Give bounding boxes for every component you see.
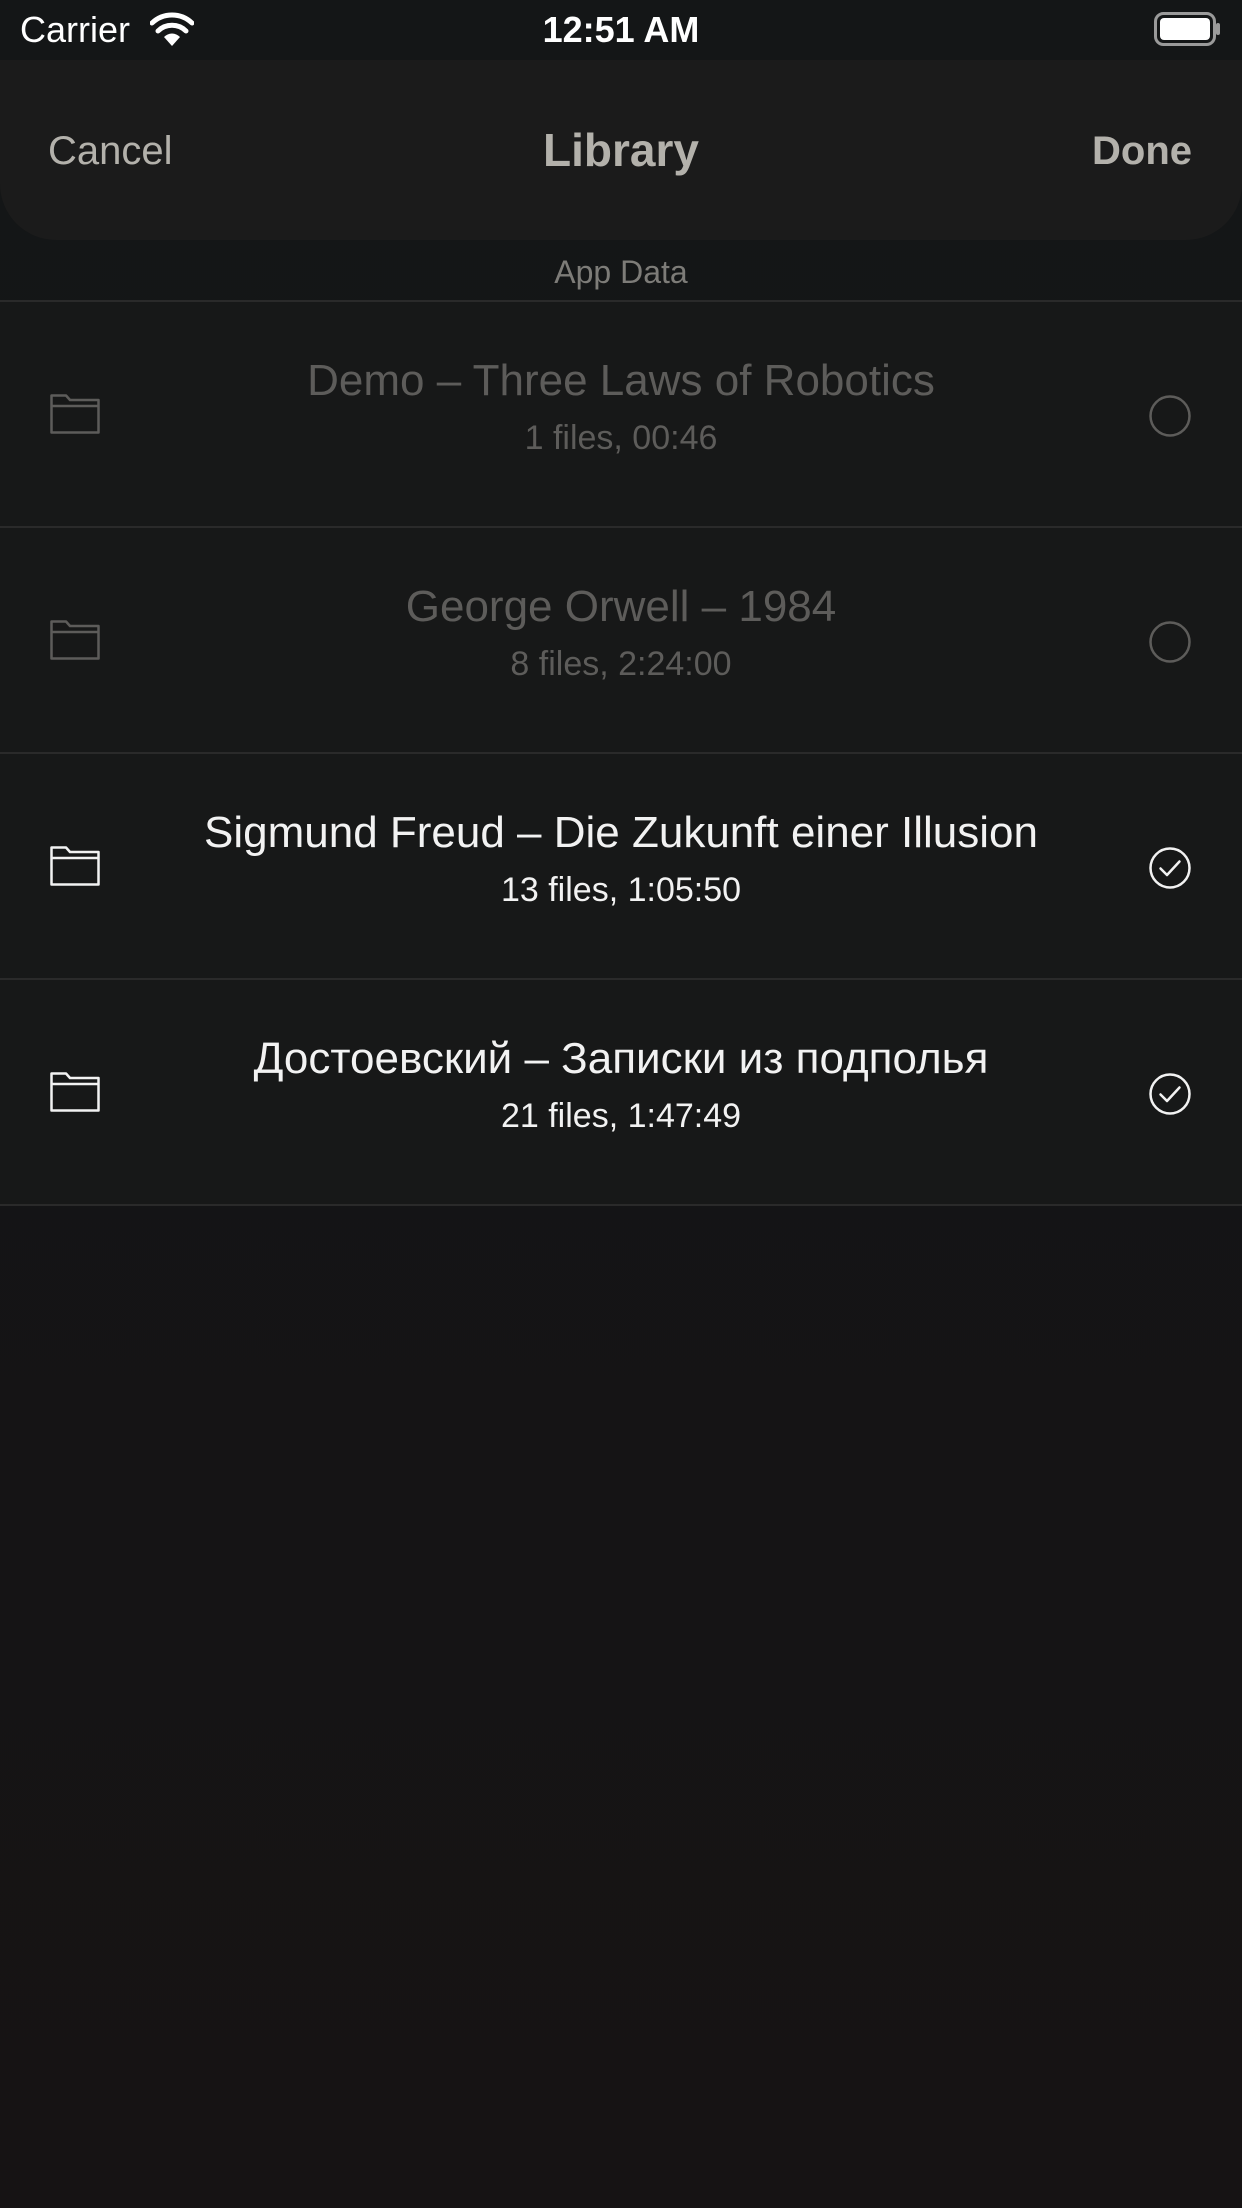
list-item-subtitle: 13 files, 1:05:50 bbox=[500, 871, 742, 909]
list-item-text: George Orwell – 1984 8 files, 2:24:00 bbox=[140, 580, 1102, 686]
list-item-title: Достоевский – Записки из подполья bbox=[253, 1034, 989, 1083]
done-button[interactable]: Done bbox=[1092, 126, 1192, 176]
list-item-text: Demo – Three Laws of Robotics 1 files, 0… bbox=[140, 354, 1102, 460]
list-item[interactable]: Достоевский – Записки из подполья 21 fil… bbox=[0, 980, 1242, 1206]
list-item[interactable]: Sigmund Freud – Die Zukunft einer Illusi… bbox=[0, 754, 1242, 980]
battery-icon bbox=[1154, 12, 1220, 46]
checkmark-circle-icon[interactable] bbox=[1148, 1072, 1192, 1116]
page-title: Library bbox=[543, 124, 699, 176]
list-item[interactable]: Demo – Three Laws of Robotics 1 files, 0… bbox=[0, 302, 1242, 528]
list-item-subtitle: 21 files, 1:47:49 bbox=[500, 1097, 742, 1135]
unchecked-circle-icon[interactable] bbox=[1148, 620, 1192, 664]
list-item-subtitle: 1 files, 00:46 bbox=[524, 419, 718, 457]
folder-icon bbox=[50, 620, 100, 660]
unchecked-circle-icon[interactable] bbox=[1148, 394, 1192, 438]
status-bar: Carrier 12:51 AM bbox=[0, 0, 1242, 60]
library-list: Demo – Three Laws of Robotics 1 files, 0… bbox=[0, 300, 1242, 1206]
list-item-text: Достоевский – Записки из подполья 21 fil… bbox=[140, 1032, 1102, 1138]
section-header: App Data bbox=[554, 254, 688, 290]
list-item-text: Sigmund Freud – Die Zukunft einer Illusi… bbox=[140, 806, 1102, 912]
list-item-title: Sigmund Freud – Die Zukunft einer Illusi… bbox=[204, 808, 1038, 857]
library-screen: Carrier 12:51 AM Cancel Library Done App… bbox=[0, 0, 1242, 2208]
list-item-title: George Orwell – 1984 bbox=[405, 582, 837, 631]
navigation-bar: Cancel Library Done bbox=[0, 60, 1242, 240]
folder-icon bbox=[50, 394, 100, 434]
checkmark-circle-icon[interactable] bbox=[1148, 846, 1192, 890]
list-item[interactable]: George Orwell – 1984 8 files, 2:24:00 bbox=[0, 528, 1242, 754]
list-item-title: Demo – Three Laws of Robotics bbox=[307, 356, 935, 405]
status-time: 12:51 AM bbox=[542, 9, 700, 50]
folder-icon bbox=[50, 1072, 100, 1112]
list-item-subtitle: 8 files, 2:24:00 bbox=[510, 645, 732, 683]
folder-icon bbox=[50, 846, 100, 886]
